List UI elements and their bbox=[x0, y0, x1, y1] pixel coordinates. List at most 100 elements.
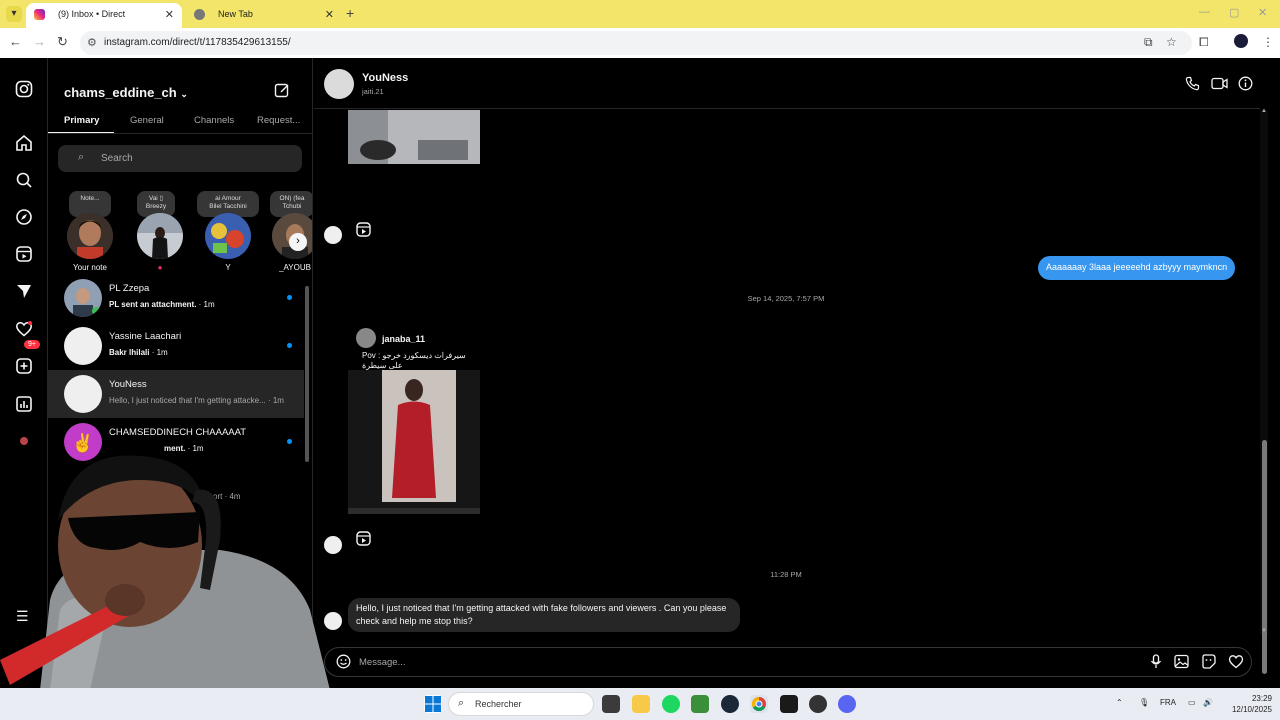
conversation-name: PL Zzepa bbox=[109, 283, 150, 294]
app-icon[interactable] bbox=[809, 695, 827, 713]
account-username[interactable]: chams_eddine_ch ⌄ bbox=[64, 85, 188, 100]
avatar bbox=[137, 213, 183, 259]
note-name: Your note bbox=[73, 263, 107, 272]
bookmark-star-icon[interactable]: ☆ bbox=[1166, 35, 1177, 49]
taskbar-search-input[interactable]: ⌕ Rechercher bbox=[448, 692, 594, 716]
file-explorer-icon[interactable] bbox=[632, 695, 650, 713]
tab-new-tab[interactable]: New Tab ✕ bbox=[186, 3, 342, 28]
language-indicator[interactable]: FRA bbox=[1160, 698, 1176, 707]
inbox-scrollbar[interactable] bbox=[305, 286, 309, 462]
conversation-item[interactable]: Yassine Laachari Bakr lhilali · 1m bbox=[48, 322, 304, 370]
shared-reel-thumbnail[interactable] bbox=[348, 110, 480, 164]
chat-scrollbar[interactable]: ▲ ▼ bbox=[1260, 108, 1268, 674]
video-call-icon[interactable] bbox=[1211, 76, 1228, 94]
extensions-icon[interactable]: ⧠ bbox=[1199, 35, 1209, 50]
tab-search-button[interactable]: ▾ bbox=[6, 6, 22, 22]
url-text: instagram.com/direct/t/117835429613155/ bbox=[104, 37, 291, 48]
utorrent-icon[interactable] bbox=[691, 695, 709, 713]
steam-icon[interactable] bbox=[721, 695, 739, 713]
forward-arrow-icon[interactable]: → bbox=[33, 34, 46, 49]
browser-toolbar: ← → ↻ ⚙ instagram.com/direct/t/117835429… bbox=[0, 28, 1280, 58]
message-input[interactable]: Message... bbox=[359, 657, 405, 668]
microphone-tray-icon[interactable]: 🎙 bbox=[1139, 698, 1149, 707]
home-icon[interactable] bbox=[14, 134, 34, 154]
profile-icon[interactable] bbox=[14, 432, 34, 452]
chat-panel: YouNess jaiti.21 Aaaaaaay 3laaa jeeeeehd… bbox=[314, 58, 1280, 688]
image-upload-icon[interactable] bbox=[1174, 654, 1189, 672]
shared-post-header[interactable]: janaba_11 bbox=[356, 328, 496, 352]
reels-icon[interactable] bbox=[14, 245, 34, 265]
search-icon[interactable] bbox=[14, 171, 34, 191]
search-icon: ⌕ bbox=[78, 151, 85, 163]
direct-messages-icon[interactable] bbox=[14, 282, 34, 302]
create-plus-icon[interactable] bbox=[14, 357, 34, 377]
profile-avatar[interactable] bbox=[1234, 34, 1248, 48]
dashboard-icon[interactable] bbox=[14, 395, 34, 415]
tab-primary[interactable]: Primary bbox=[64, 115, 99, 126]
tab-channels[interactable]: Channels bbox=[194, 115, 234, 126]
new-tab-button[interactable]: + bbox=[346, 5, 354, 21]
conversation-item[interactable]: PL Zzepa PL sent an attachment. · 1m bbox=[48, 274, 304, 322]
browser-menu-icon[interactable]: ⋮ bbox=[1262, 35, 1274, 49]
install-app-icon[interactable]: ⧉ bbox=[1144, 35, 1153, 50]
conversation-info-icon[interactable] bbox=[1238, 76, 1253, 94]
maximize-button[interactable]: ▢ bbox=[1229, 6, 1239, 19]
emoji-icon[interactable] bbox=[336, 654, 351, 672]
scroll-up-arrow-icon[interactable]: ▲ bbox=[1261, 108, 1267, 114]
audio-call-icon[interactable] bbox=[1185, 76, 1200, 94]
spotify-icon[interactable] bbox=[662, 695, 680, 713]
like-heart-icon[interactable] bbox=[1228, 654, 1244, 672]
notes-next-arrow-icon[interactable]: › bbox=[289, 233, 307, 251]
tray-overflow-chevron-icon[interactable]: ⌃ bbox=[1116, 698, 1123, 707]
address-bar[interactable]: ⚙ instagram.com/direct/t/117835429613155… bbox=[80, 31, 1192, 55]
chrome-favicon-icon bbox=[194, 9, 205, 20]
more-menu-icon[interactable]: ☰ bbox=[16, 608, 29, 625]
message-composer[interactable]: Message... bbox=[324, 647, 1252, 677]
active-tab-indicator bbox=[48, 132, 114, 133]
conversation-item-selected[interactable]: YouNess Hello, I just noticed that I'm g… bbox=[48, 370, 304, 418]
avatar[interactable] bbox=[324, 69, 354, 99]
clock-date: 12/10/2025 bbox=[1231, 705, 1272, 714]
close-tab-icon[interactable]: ✕ bbox=[165, 8, 174, 21]
chat-header: YouNess jaiti.21 bbox=[314, 58, 1260, 109]
volume-icon[interactable]: 🔊 bbox=[1203, 698, 1213, 707]
scroll-down-arrow-icon[interactable]: ▼ bbox=[1261, 628, 1267, 634]
network-icon[interactable]: ▭ bbox=[1188, 698, 1196, 707]
windows-taskbar: ⌕ Rechercher ⌃ 🎙 FRA ▭ 🔊 23:29 12/10/202… bbox=[0, 688, 1280, 720]
close-tab-icon[interactable]: ✕ bbox=[325, 8, 334, 21]
close-window-button[interactable]: ✕ bbox=[1258, 6, 1267, 19]
task-view-icon[interactable] bbox=[602, 695, 620, 713]
sticker-icon[interactable] bbox=[1201, 654, 1216, 672]
explore-compass-icon[interactable] bbox=[14, 208, 34, 228]
tab-instagram[interactable]: (9) Inbox • Direct ✕ bbox=[26, 3, 182, 28]
unread-dot bbox=[287, 343, 292, 348]
instagram-logo-icon[interactable] bbox=[14, 80, 34, 100]
reel-icon[interactable] bbox=[355, 222, 371, 238]
reel-icon[interactable] bbox=[355, 531, 371, 547]
chat-contact-name[interactable]: YouNess bbox=[362, 72, 408, 84]
windows-start-icon[interactable] bbox=[424, 695, 442, 713]
microphone-icon[interactable] bbox=[1149, 654, 1163, 672]
avatar bbox=[356, 328, 376, 348]
search-input[interactable]: ⌕ Search bbox=[58, 145, 302, 172]
incoming-message[interactable]: Hello, I just noticed that I'm getting a… bbox=[348, 598, 740, 632]
chrome-icon[interactable] bbox=[750, 695, 768, 713]
shared-post-thumbnail[interactable] bbox=[348, 370, 480, 514]
tab-requests[interactable]: Request... bbox=[257, 115, 300, 126]
notifications-heart-icon[interactable] bbox=[14, 320, 34, 340]
tab-general[interactable]: General bbox=[130, 115, 164, 126]
sender-avatar[interactable] bbox=[324, 226, 342, 244]
discord-icon[interactable] bbox=[838, 695, 856, 713]
reload-icon[interactable]: ↻ bbox=[57, 34, 68, 50]
avatar bbox=[205, 213, 251, 259]
back-arrow-icon[interactable]: ← bbox=[9, 34, 22, 49]
new-message-compose-icon[interactable] bbox=[274, 82, 290, 103]
system-clock[interactable]: 23:29 12/10/2025 bbox=[1222, 693, 1272, 715]
scrollbar-thumb[interactable] bbox=[1262, 440, 1267, 674]
site-info-icon[interactable]: ⚙ bbox=[87, 36, 97, 49]
tab-title: New Tab bbox=[218, 9, 253, 19]
terminal-icon[interactable] bbox=[780, 695, 798, 713]
messages-badge: 9+ bbox=[24, 340, 40, 349]
outgoing-message[interactable]: Aaaaaaay 3laaa jeeeeehd azbyyy maymkncn bbox=[1038, 256, 1236, 280]
minimize-button[interactable]: — bbox=[1199, 6, 1210, 18]
